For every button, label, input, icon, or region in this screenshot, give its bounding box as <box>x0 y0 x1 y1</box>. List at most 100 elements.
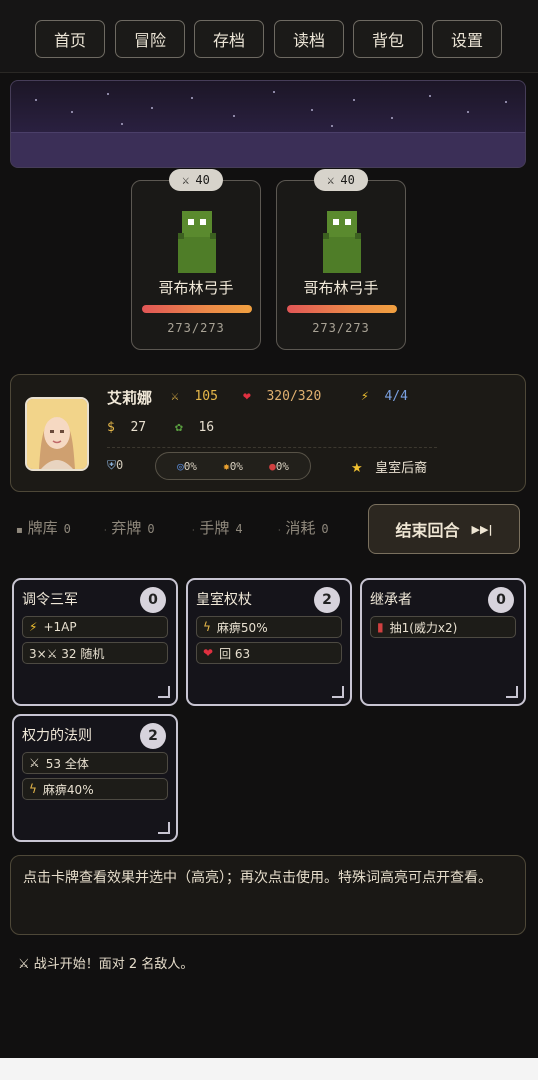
enemy-attack-badge: ⚔ 40 <box>169 169 223 191</box>
hand-count: 4 <box>235 522 243 536</box>
nav-home-button[interactable]: 首页 <box>35 20 105 58</box>
herb-icon: ✿ <box>175 420 183 435</box>
enemy-name: 哥布林弓手 <box>303 279 379 297</box>
player-name: 艾莉娜 <box>107 389 153 407</box>
blood-drop-icon: ● <box>269 459 276 473</box>
card-title: 权力的法则 <box>22 728 92 744</box>
burst-icon: ✸ <box>223 459 230 473</box>
card-effect: ▮ 抽1(威力x2) <box>370 616 516 638</box>
player-attack-value: 105 <box>194 389 218 404</box>
player-title: ★ 皇室后裔 <box>351 457 427 476</box>
card-corner-marker <box>332 686 344 698</box>
nav-adventure-button[interactable]: 冒险 <box>115 20 185 58</box>
card-cost: 2 <box>314 587 340 613</box>
fast-forward-icon: ▶▶| <box>471 522 493 536</box>
card-effect: ⚔ 53 全体 <box>22 752 168 774</box>
enemy-card[interactable]: ⚔ 40 哥布林弓手 273/273 <box>276 169 406 350</box>
sword-icon: ⚔ <box>171 389 179 404</box>
card-corner-marker <box>158 686 170 698</box>
player-status-panel: 艾莉娜 ⚔ 105 ❤ 320/320 ⚡ 4/4 $ 27 ✿ 16 ⛨0 ◎… <box>10 374 526 492</box>
goblin-archer-sprite <box>178 211 216 273</box>
enemy-attack-badge: ⚔ 40 <box>314 169 368 191</box>
sword-icon: ⚔ <box>327 173 335 187</box>
lightning-icon: ⚡ <box>29 620 38 634</box>
hand-counter[interactable]: · 手牌 4 <box>192 517 243 538</box>
card-corner-marker <box>506 686 518 698</box>
player-gold-stat: $ 27 <box>107 420 146 435</box>
discard-pile-count: 0 <box>147 522 155 536</box>
end-turn-button[interactable]: 结束回合 ▶▶| <box>368 504 520 554</box>
discard-pile-counter[interactable]: · 弃牌 0 <box>104 517 155 538</box>
card-cost: 2 <box>140 723 166 749</box>
vortex-resist: ◎0% <box>177 459 197 473</box>
draw-pile-counter[interactable]: ▪ 牌库 0 <box>16 517 71 538</box>
shield-icon: ⛨ <box>107 458 117 472</box>
player-herb-stat: ✿ 16 <box>175 420 214 435</box>
nav-backpack-button[interactable]: 背包 <box>353 20 423 58</box>
bottom-system-bar <box>0 1058 538 1080</box>
player-avatar[interactable] <box>25 397 89 471</box>
skill-card[interactable]: 调令三军 0 ⚡ +1AP 3×⚔ 32 随机 <box>12 578 178 706</box>
player-hp-stat: ❤ 320/320 <box>243 389 321 404</box>
enemy-attack-value: 40 <box>195 173 210 187</box>
vortex-icon: ◎ <box>177 459 184 473</box>
resistance-pill: ◎0% ✸0% ●0% <box>155 452 311 480</box>
card-effect: ⚡ +1AP <box>22 616 168 638</box>
player-attack-stat: ⚔ 105 <box>171 389 218 404</box>
sword-icon: ⚔ <box>182 173 190 187</box>
battle-log-text: 战斗开始！面对 2 名敌人。 <box>33 957 194 972</box>
player-shield-stat: ⛨0 <box>107 458 123 473</box>
exhaust-pile-label: 消耗 <box>285 519 316 537</box>
panel-divider <box>107 447 437 448</box>
player-title-text: 皇室后裔 <box>375 461 428 476</box>
sword-icon: ⚔ <box>18 957 30 972</box>
enemy-attack-value: 40 <box>340 173 355 187</box>
heart-icon: ❤ <box>243 389 251 404</box>
player-herb-value: 16 <box>198 420 215 435</box>
player-energy-stat: ⚡ 4/4 <box>361 389 408 404</box>
star-icon: ★ <box>351 461 363 476</box>
battle-log-line: ⚔ 战斗开始！面对 2 名敌人。 <box>18 953 193 972</box>
nav-load-button[interactable]: 读档 <box>274 20 344 58</box>
exhaust-pile-counter[interactable]: · 消耗 0 <box>278 517 329 538</box>
player-gold-value: 27 <box>130 420 147 435</box>
card-title: 调令三军 <box>22 592 78 608</box>
nav-settings-button[interactable]: 设置 <box>432 20 502 58</box>
enemy-hp-text: 273/273 <box>312 321 370 335</box>
skill-card[interactable]: 皇室权杖 2 ϟ 麻痹50% ❤ 回 63 <box>186 578 352 706</box>
draw-pile-label: 牌库 <box>27 519 58 537</box>
card-effect: ❤ 回 63 <box>196 642 342 664</box>
hint-box: 点击卡牌查看效果并选中（高亮）；再次点击使用。特殊词高亮可点开查看。 <box>10 855 526 935</box>
card-effect: ϟ 麻痹50% <box>196 616 342 638</box>
player-hp-value: 320/320 <box>266 389 322 404</box>
player-energy-value: 4/4 <box>384 389 408 404</box>
hand-label: 手牌 <box>199 519 230 537</box>
exhaust-pile-count: 0 <box>321 522 329 536</box>
card-cost: 0 <box>488 587 514 613</box>
lightning-icon: ⚡ <box>361 389 369 404</box>
player-shield-value: 0 <box>116 458 124 472</box>
nav-save-button[interactable]: 存档 <box>194 20 264 58</box>
top-nav-bar: 首页 冒险 存档 读档 背包 设置 <box>0 0 538 73</box>
enemy-hp-bar <box>142 305 252 313</box>
enemy-hp-bar <box>287 305 397 313</box>
goblin-archer-sprite <box>323 211 361 273</box>
enemy-hp-text: 273/273 <box>167 321 225 335</box>
paralysis-icon: ϟ <box>203 620 211 634</box>
enemy-card[interactable]: ⚔ 40 哥布林弓手 273/273 <box>131 169 261 350</box>
end-turn-label: 结束回合 <box>395 521 460 540</box>
skill-card[interactable]: 继承者 0 ▮ 抽1(威力x2) <box>360 578 526 706</box>
card-cost: 0 <box>140 587 166 613</box>
card-title: 继承者 <box>370 592 412 608</box>
card-title: 皇室权杖 <box>196 592 252 608</box>
battle-scene-banner <box>10 80 526 168</box>
card-draw-icon: ▮ <box>377 620 384 634</box>
blood-resist: ●0% <box>269 459 289 473</box>
card-effect: ϟ 麻痹40% <box>22 778 168 800</box>
money-bag-icon: $ <box>107 420 115 435</box>
paralysis-icon: ϟ <box>29 782 37 796</box>
burst-resist: ✸0% <box>223 459 243 473</box>
skill-card[interactable]: 权力的法则 2 ⚔ 53 全体 ϟ 麻痹40% <box>12 714 178 842</box>
card-corner-marker <box>158 822 170 834</box>
draw-pile-count: 0 <box>63 522 71 536</box>
